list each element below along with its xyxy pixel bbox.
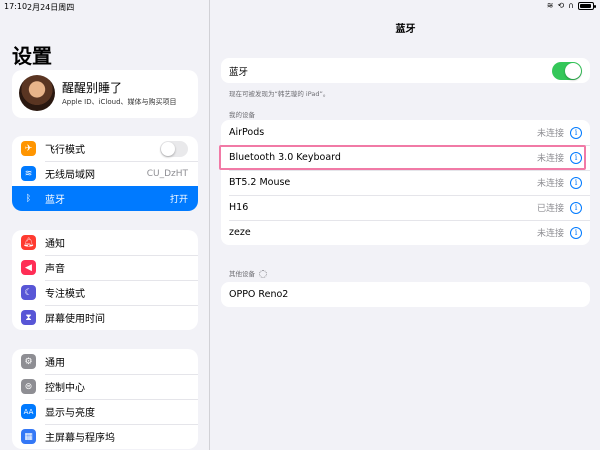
profile-name: 醒醒别睡了 [62, 81, 123, 95]
sidebar-item-screen-time[interactable]: ⧗ 屏幕使用时间 [12, 305, 198, 330]
device-row-h16[interactable]: H16 已连接 i [221, 195, 590, 220]
my-devices-list: AirPods 未连接 i Bluetooth 3.0 Keyboard 未连接… [221, 120, 590, 245]
device-status: 未连接 [536, 229, 564, 239]
sidebar-title: 设置 [12, 44, 52, 68]
status-date: 2月24日周四 [27, 3, 75, 12]
sidebar-item-sounds[interactable]: ◀ 声音 [12, 255, 198, 280]
wifi-network-value: CU_DzHT [146, 168, 188, 179]
sidebar-item-label: 通知 [45, 239, 65, 250]
sidebar-item-label: 飞行模式 [45, 145, 85, 156]
connectivity-group: ✈ 飞行模式 ≋ 无线局域网 CU_DzHT ᛒ 蓝牙 打开 [12, 136, 198, 211]
sidebar-item-display[interactable]: AA 显示与亮度 [12, 399, 198, 424]
speaker-icon: ◀ [21, 260, 36, 275]
bluetooth-toggle-label: 蓝牙 [229, 66, 249, 78]
info-icon[interactable]: i [570, 201, 582, 214]
sidebar-item-general[interactable]: ⚙ 通用 [12, 349, 198, 374]
moon-icon: ☾ [21, 285, 36, 300]
sidebar-item-notifications[interactable]: 🔔︎ 通知 [12, 230, 198, 255]
device-row-airpods[interactable]: AirPods 未连接 i [221, 120, 590, 145]
device-name: zeze [229, 227, 251, 238]
hourglass-icon: ⧗ [21, 310, 36, 325]
device-status: 未连接 [536, 154, 564, 164]
sidebar-item-home-screen[interactable]: ▦ 主屏幕与程序坞 [12, 424, 198, 449]
device-row-zeze[interactable]: zeze 未连接 i [221, 220, 590, 245]
sidebar-item-label: 专注模式 [45, 289, 85, 300]
bluetooth-toggle[interactable] [552, 61, 582, 80]
device-status: 未连接 [536, 179, 564, 189]
device-row-bt52-mouse[interactable]: BT5.2 Mouse 未连接 i [221, 170, 590, 195]
info-icon[interactable]: i [570, 151, 582, 164]
info-icon[interactable]: i [570, 226, 582, 239]
wifi-icon: ≋ [21, 166, 36, 181]
device-status: 未连接 [536, 129, 564, 139]
device-name: Bluetooth 3.0 Keyboard [229, 152, 341, 163]
device-status: 已连接 [536, 204, 564, 214]
general-group: ⚙ 通用 ⊜ 控制中心 AA 显示与亮度 ▦ 主屏幕与程序坞 [12, 349, 198, 449]
device-name: H16 [229, 202, 249, 213]
sidebar-item-label: 控制中心 [45, 383, 85, 394]
device-name: AirPods [229, 127, 265, 138]
sidebar-item-label: 通用 [45, 358, 65, 369]
status-time: 17:10 [4, 2, 28, 11]
bluetooth-icon: ᛒ [21, 191, 36, 206]
sidebar-item-label: 屏幕使用时间 [45, 314, 105, 325]
airplane-mode-toggle[interactable] [160, 140, 188, 157]
device-name: OPPO Reno2 [229, 289, 289, 300]
control-center-icon: ⊜ [21, 379, 36, 394]
sidebar-item-label: 蓝牙 [45, 195, 65, 206]
other-devices-list: OPPO Reno2 [221, 282, 590, 307]
home-screen-icon: ▦ [21, 429, 36, 444]
device-row-oppo-reno2[interactable]: OPPO Reno2 [221, 282, 590, 307]
loading-spinner-icon [259, 270, 267, 278]
sidebar-item-focus[interactable]: ☾ 专注模式 [12, 280, 198, 305]
info-icon[interactable]: i [570, 126, 582, 139]
sidebar-item-airplane-mode[interactable]: ✈ 飞行模式 [12, 136, 198, 161]
bluetooth-toggle-row[interactable]: 蓝牙 [221, 58, 590, 83]
bluetooth-value: 打开 [169, 195, 188, 205]
page-title: 蓝牙 [395, 24, 416, 35]
device-name: BT5.2 Mouse [229, 177, 291, 188]
gear-icon: ⚙ [21, 354, 36, 369]
other-devices-label: 其他设备 [229, 270, 255, 278]
sidebar: 设置 醒醒别睡了 Apple ID、iCloud、媒体与购买项目 ✈ 飞行模式 … [0, 0, 210, 450]
profile-subtitle: Apple ID、iCloud、媒体与购买项目 [62, 98, 177, 106]
bell-icon: 🔔︎ [21, 235, 36, 250]
avatar [19, 75, 55, 111]
bluetooth-toggle-card: 蓝牙 [221, 58, 590, 83]
sidebar-item-bluetooth[interactable]: ᛒ 蓝牙 打开 [12, 186, 198, 211]
sidebar-item-label: 主屏幕与程序坞 [45, 433, 115, 444]
other-devices-header: 其他设备 [229, 268, 267, 278]
discoverable-note: 现在可被发现为“韩艺璇的 iPad”。 [229, 90, 330, 98]
sidebar-item-wifi[interactable]: ≋ 无线局域网 CU_DzHT [12, 161, 198, 186]
notifications-group: 🔔︎ 通知 ◀ 声音 ☾ 专注模式 ⧗ 屏幕使用时间 [12, 230, 198, 330]
sidebar-item-label: 声音 [45, 264, 65, 275]
display-icon: AA [21, 404, 36, 419]
sidebar-item-label: 无线局域网 [45, 170, 95, 181]
sidebar-item-control-center[interactable]: ⊜ 控制中心 [12, 374, 198, 399]
airplane-icon: ✈ [21, 141, 36, 156]
device-row-bluetooth-keyboard[interactable]: Bluetooth 3.0 Keyboard 未连接 i [221, 145, 590, 170]
my-devices-header: 我的设备 [229, 111, 255, 119]
apple-id-profile[interactable]: 醒醒别睡了 Apple ID、iCloud、媒体与购买项目 [12, 70, 198, 118]
bluetooth-settings-pane: 蓝牙 蓝牙 现在可被发现为“韩艺璇的 iPad”。 我的设备 AirPods 未… [211, 0, 600, 450]
sidebar-item-label: 显示与亮度 [45, 408, 95, 419]
info-icon[interactable]: i [570, 176, 582, 189]
